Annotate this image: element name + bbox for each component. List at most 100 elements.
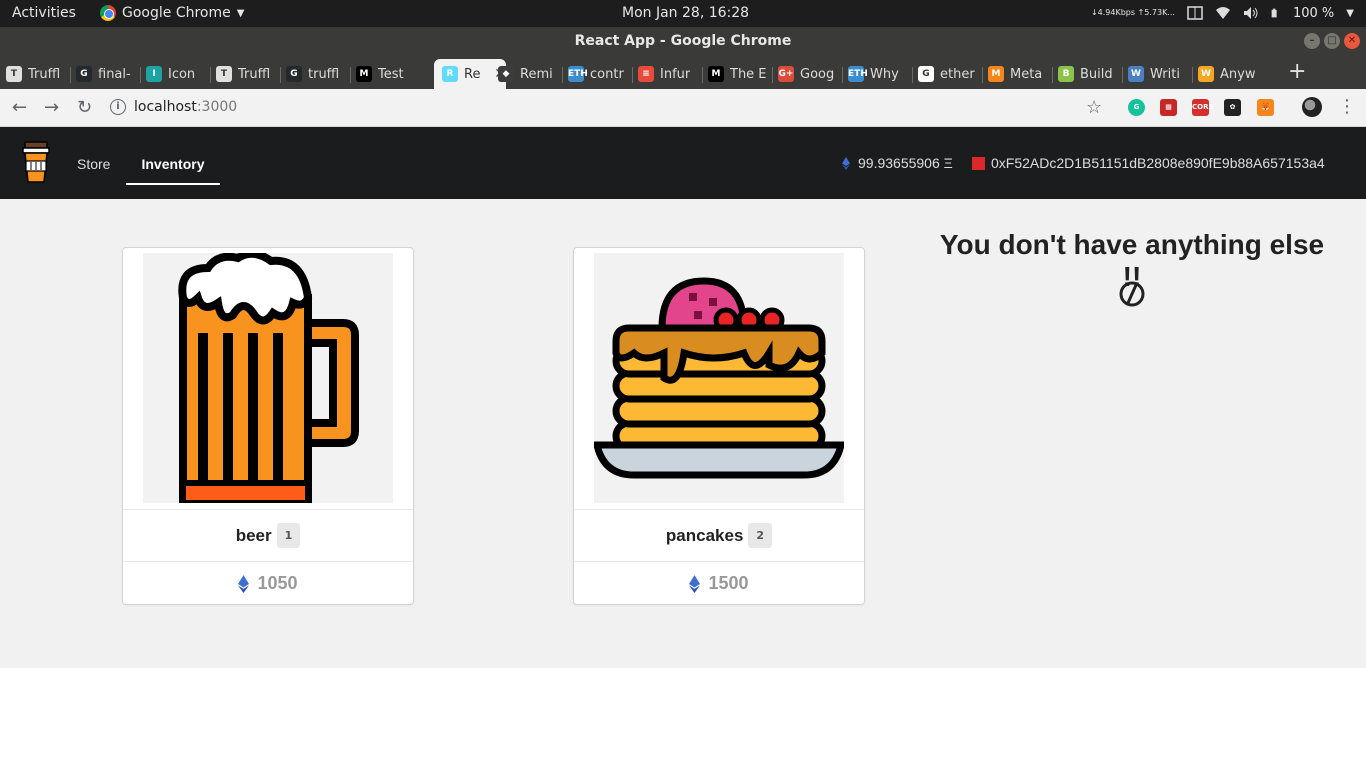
tab-favicon-icon: G+ xyxy=(778,66,794,82)
ext-red-icon[interactable]: ▦ xyxy=(1160,99,1177,116)
browser-tab[interactable]: T Truffl xyxy=(210,59,280,89)
chrome-menu-icon[interactable]: ⋮ xyxy=(1338,96,1356,117)
browser-tab[interactable]: ≡ Infur xyxy=(632,59,702,89)
nav-store[interactable]: Store xyxy=(77,127,110,185)
maximize-button[interactable]: □ xyxy=(1324,33,1340,49)
reload-button[interactable]: ↻ xyxy=(77,97,92,118)
keyboard-layout-icon xyxy=(1187,6,1203,20)
minimize-button[interactable]: – xyxy=(1304,33,1320,49)
inventory-page: beer 1 1050 pancakes 2 1500 You don't ha… xyxy=(0,199,1366,668)
power-menu-caret-icon: ▼ xyxy=(1346,7,1354,19)
activities-button[interactable]: Activities xyxy=(12,5,76,21)
browser-tab[interactable]: Gether xyxy=(912,59,982,89)
item-price: 1500 xyxy=(708,573,749,593)
tab-favicon-icon: ≡ xyxy=(638,66,654,82)
tab-title: Infur xyxy=(660,66,691,82)
new-tab-button[interactable]: + xyxy=(1288,60,1306,84)
close-window-button[interactable]: ✕ xyxy=(1344,33,1360,49)
tab-strip: + T Truffl Gfinal- I Icon T Truffl Gtruffl M Test… xyxy=(0,55,1366,89)
tab-favicon-icon: M xyxy=(356,66,372,82)
item-quantity-badge: 1 xyxy=(276,523,301,548)
item-card-beer[interactable]: beer 1 1050 xyxy=(122,247,414,605)
app-menu[interactable]: Google Chrome ▼ xyxy=(100,5,244,21)
item-price: 1050 xyxy=(257,573,298,593)
grammarly-icon[interactable]: G xyxy=(1128,99,1145,116)
url-port: :3000 xyxy=(196,99,238,115)
browser-toolbar: ← → ↻ i localhost:3000 ☆ G ▦ CORS ✿ 🦊 ⋮ xyxy=(0,89,1366,127)
caret-down-icon: ▼ xyxy=(236,7,245,19)
browser-tab[interactable]: T Truffl xyxy=(0,59,70,89)
chrome-icon xyxy=(100,5,116,21)
browser-tab[interactable]: M Meta xyxy=(982,59,1052,89)
tab-title: Truffl xyxy=(28,66,61,82)
browser-tab[interactable]: ◆ Remi xyxy=(492,59,562,89)
battery-percent: 100 % xyxy=(1292,5,1335,21)
system-tray[interactable]: ↓4.94Kbps ↑5.73K... 100 % ▼ xyxy=(1091,4,1354,22)
tab-favicon-icon: G xyxy=(918,66,934,82)
tab-title: The E xyxy=(730,66,767,82)
item-price-row: 1500 xyxy=(574,561,864,605)
tab-favicon-icon: B xyxy=(1058,66,1074,82)
item-quantity-badge: 2 xyxy=(748,523,773,548)
tab-title: Build xyxy=(1080,66,1113,82)
tab-title: Icon xyxy=(168,66,196,82)
wifi-icon xyxy=(1215,7,1230,19)
coffee-cup-logo[interactable] xyxy=(22,141,50,183)
item-title-row: beer 1 xyxy=(123,509,413,561)
browser-tab[interactable]: M The E xyxy=(702,59,772,89)
tab-favicon-icon: ETH xyxy=(568,66,588,82)
beer-mug-icon xyxy=(178,253,359,503)
tab-title: truffl xyxy=(308,66,340,82)
browser-tab[interactable]: ETH contr xyxy=(562,59,632,89)
nav-inventory[interactable]: Inventory xyxy=(126,127,220,185)
cors-icon[interactable]: CORS xyxy=(1192,99,1214,116)
metamask-icon[interactable]: 🦊 xyxy=(1257,99,1274,116)
forward-button[interactable]: → xyxy=(44,97,59,118)
browser-tab[interactable]: M Test xyxy=(350,59,422,89)
item-name: beer xyxy=(235,525,272,545)
browser-tab[interactable]: W Anyw xyxy=(1192,59,1262,89)
tab-title: Writi xyxy=(1150,66,1180,82)
battery-icon xyxy=(1271,8,1277,18)
url-host: localhost xyxy=(134,99,197,115)
tab-favicon-icon: G xyxy=(76,66,92,82)
browser-tab[interactable]: G+ Goog xyxy=(772,59,842,89)
wallet-balance: 99.93655906 Ξ xyxy=(842,155,953,171)
tab-favicon-icon: M xyxy=(988,66,1004,82)
site-info-icon[interactable]: i xyxy=(110,99,126,115)
tab-title: Re xyxy=(464,66,481,82)
tab-favicon-icon: T xyxy=(216,66,232,82)
tab-title: Test xyxy=(378,66,404,82)
clock[interactable]: Mon Jan 28, 16:28 xyxy=(622,5,749,21)
tab-title: Goog xyxy=(800,66,835,82)
volume-icon xyxy=(1243,7,1258,19)
back-button[interactable]: ← xyxy=(12,97,27,118)
pancakes-icon xyxy=(594,277,844,479)
item-card-pancakes[interactable]: pancakes 2 1500 xyxy=(573,247,865,605)
browser-tab[interactable]: I Icon xyxy=(140,59,210,89)
window-title: React App - Google Chrome xyxy=(574,33,792,49)
tab-favicon-icon: T xyxy=(6,66,22,82)
tab-favicon-icon: ETH xyxy=(848,66,868,82)
item-name: pancakes xyxy=(665,525,744,545)
browser-tab[interactable]: Gtruffl xyxy=(280,59,350,89)
browser-tab[interactable]: B Build xyxy=(1052,59,1122,89)
tab-title: Anyw xyxy=(1220,66,1256,82)
tab-favicon-icon: ◆ xyxy=(498,66,514,82)
tab-title: Truffl xyxy=(238,66,271,82)
bookmark-star-icon[interactable]: ☆ xyxy=(1086,97,1102,118)
browser-tab[interactable]: Gfinal- xyxy=(70,59,140,89)
item-price-row: 1050 xyxy=(123,561,413,605)
ethereum-icon xyxy=(689,574,701,593)
address-bar[interactable]: i localhost:3000 xyxy=(110,93,1110,121)
ethereum-icon xyxy=(238,574,250,593)
tab-title: Why xyxy=(870,66,899,82)
tab-favicon-icon: W xyxy=(1128,66,1144,82)
account-address: 0xF52ADc2D1B51151dB2808e890fE9b88A657153… xyxy=(972,155,1325,171)
profile-avatar[interactable] xyxy=(1302,97,1322,117)
browser-tab[interactable]: ETH Why xyxy=(842,59,912,89)
tab-favicon-icon: G xyxy=(286,66,302,82)
gnome-icon[interactable]: ✿ xyxy=(1224,99,1241,116)
network-speed: ↓4.94Kbps ↑5.73K... xyxy=(1090,8,1175,17)
browser-tab[interactable]: W Writi xyxy=(1122,59,1192,89)
